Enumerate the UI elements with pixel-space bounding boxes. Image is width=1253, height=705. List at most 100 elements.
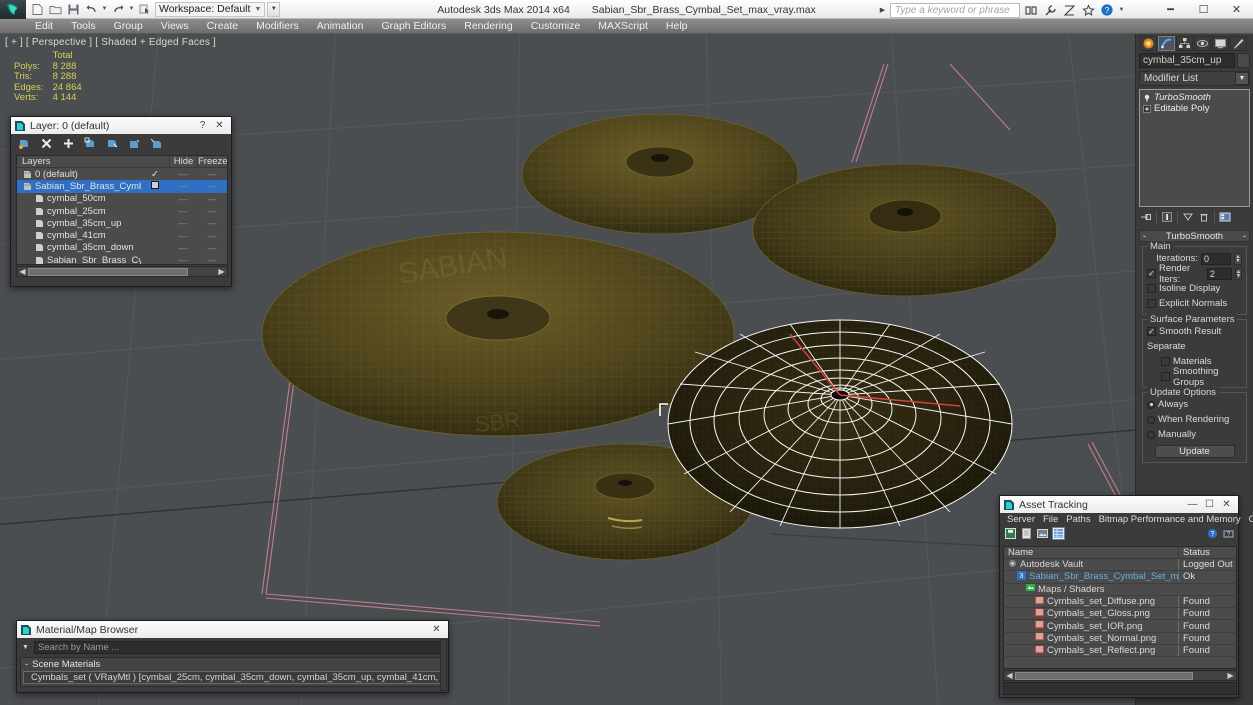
help-dropdown-icon[interactable]: ▼ [1118, 7, 1125, 13]
rollout-collapse-icon-right[interactable]: - [1243, 231, 1246, 241]
layer-row[interactable]: Sabian_Sbr_Brass_Cymbal_Set —— [17, 254, 227, 264]
help-alt-icon[interactable]: ? [1222, 527, 1235, 540]
iterations-input[interactable]: 0 [1201, 252, 1231, 265]
layer-hide-cell[interactable]: — [169, 255, 197, 264]
asset-menu-bitmap-performance-and-memory[interactable]: Bitmap Performance and Memory [1095, 514, 1245, 525]
redo-icon[interactable] [110, 1, 126, 17]
render-iters-spinner[interactable]: ▲ ▼ [1235, 267, 1242, 280]
object-name-field[interactable]: cymbal_35cm_up [1139, 53, 1235, 68]
favorites-star-icon[interactable] [1080, 2, 1096, 18]
3dsmax-logo-icon[interactable] [0, 0, 26, 19]
menu-item-create[interactable]: Create [198, 19, 248, 34]
menu-item-customize[interactable]: Customize [522, 19, 590, 34]
layer-hide-cell[interactable]: — [169, 206, 197, 216]
workspace-dropdown-icon[interactable]: ▼ [267, 1, 281, 17]
object-color-swatch[interactable] [1237, 53, 1250, 68]
add-to-layer-icon[interactable] [61, 137, 75, 151]
layer-freeze-cell[interactable]: — [197, 169, 227, 179]
select-objects-in-layer-icon[interactable] [83, 137, 97, 151]
pin-stack-icon[interactable] [1139, 210, 1153, 224]
when-rendering-radio[interactable] [1147, 415, 1155, 424]
exchange-icon[interactable] [1061, 2, 1077, 18]
menu-item-animation[interactable]: Animation [308, 19, 373, 34]
search-input[interactable]: Search by Name ... [34, 640, 445, 654]
menu-item-rendering[interactable]: Rendering [455, 19, 521, 34]
chevron-down-icon[interactable]: ▼ [19, 640, 32, 654]
asset-row[interactable]: Cymbals_set_IOR.png Found [1004, 620, 1236, 633]
layer-row[interactable]: cymbal_35cm_down — — [17, 242, 227, 254]
new-file-icon[interactable] [29, 1, 45, 17]
asset-row[interactable]: 3 Sabian_Sbr_Brass_Cymbal_Set_max_vray.ma… [1004, 570, 1236, 584]
layer-row[interactable]: cymbal_35cm_up — — [17, 217, 227, 229]
thumbnail-view-icon[interactable] [1036, 527, 1049, 540]
asset-menu-paths[interactable]: Paths [1062, 514, 1094, 525]
render-iters-input[interactable]: 2 [1206, 267, 1233, 280]
tools-wrench-icon[interactable] [1042, 2, 1058, 18]
close-icon[interactable]: ✕ [428, 622, 445, 637]
iterations-spinner[interactable]: ▲ ▼ [1234, 252, 1242, 265]
scroll-right-icon[interactable]: ▶ [216, 267, 227, 276]
chevron-down-icon[interactable]: ▼ [1235, 72, 1249, 85]
hide-unhide-layer-icon[interactable] [127, 137, 141, 151]
layer-row[interactable]: cymbal_25cm — — [17, 205, 227, 217]
layer-freeze-cell[interactable]: — [197, 255, 227, 264]
always-radio[interactable] [1147, 400, 1155, 409]
layer-hide-cell[interactable]: — [169, 169, 197, 179]
manually-radio[interactable] [1147, 430, 1155, 439]
materials-checkbox[interactable] [1161, 357, 1170, 366]
layer-row[interactable]: cymbal_50cm — — [17, 193, 227, 205]
asset-menu-options[interactable]: Options [1245, 514, 1253, 525]
help-icon[interactable]: ? [1206, 527, 1219, 540]
highlight-selected-objects-icon[interactable] [105, 137, 119, 151]
undo-dropdown-icon[interactable]: ▼ [101, 6, 108, 12]
workspace-selector[interactable]: Workspace: Default ▼ [155, 1, 266, 17]
help-button[interactable]: ? [194, 118, 211, 133]
layer-hide-cell[interactable]: — [169, 181, 197, 191]
help-circle-icon[interactable]: ? [1099, 2, 1115, 18]
asset-row[interactable]: Cymbals_set_Reflect.png Found [1004, 645, 1236, 658]
asset-row[interactable]: Cymbals_set_Gloss.png Found [1004, 608, 1236, 621]
menu-item-maxscript[interactable]: MAXScript [589, 19, 657, 34]
show-end-result-icon[interactable] [1160, 210, 1174, 224]
scene-materials-header[interactable]: - Scene Materials [21, 658, 444, 670]
scroll-right-icon[interactable]: ▶ [1225, 671, 1236, 680]
scroll-thumb[interactable] [1015, 671, 1193, 680]
scroll-thumb[interactable] [28, 267, 188, 276]
menu-item-edit[interactable]: Edit [26, 19, 62, 34]
undo-icon[interactable] [83, 1, 99, 17]
smoothing-groups-checkbox[interactable] [1161, 372, 1170, 381]
modifier-list-dropdown[interactable]: Modifier List ▼ [1139, 71, 1250, 86]
layer-active-checkbox[interactable] [141, 180, 169, 192]
menu-item-graph-editors[interactable]: Graph Editors [372, 19, 455, 34]
utilities-tab[interactable] [1230, 35, 1247, 51]
asset-row[interactable]: Maps / Shaders [1004, 584, 1236, 596]
menu-item-tools[interactable]: Tools [62, 19, 105, 34]
redo-dropdown-icon[interactable]: ▼ [128, 6, 135, 12]
viewport-label[interactable]: [ + ] [ Perspective ] [ Shaded + Edged F… [5, 37, 216, 48]
hierarchy-tab[interactable] [1176, 35, 1193, 51]
layer-list-hscrollbar[interactable]: ◀ ▶ [16, 266, 228, 277]
layer-freeze-cell[interactable]: — [197, 231, 227, 241]
asset-tracking-grid[interactable]: Name Status Autodesk Vault Logged Out 3 Sab… [1003, 546, 1237, 669]
update-button[interactable]: Update [1154, 445, 1235, 458]
search-expand-icon[interactable]: ▶ [878, 3, 887, 18]
motion-tab[interactable] [1194, 35, 1211, 51]
material-map-browser[interactable]: Material/Map Browser ✕ ▼ Search by Name … [16, 620, 449, 693]
maximize-button[interactable]: ☐ [1187, 0, 1220, 19]
material-browser-vscrollbar[interactable] [440, 639, 447, 691]
menu-item-group[interactable]: Group [105, 19, 152, 34]
asset-tracking-dialog[interactable]: Asset Tracking — ☐ ✕ Server File Paths Bitm… [999, 495, 1253, 698]
asset-row[interactable]: Cymbals_set_Diffuse.png Found [1004, 596, 1236, 609]
scroll-left-icon[interactable]: ◀ [17, 267, 28, 276]
close-icon[interactable]: ✕ [211, 118, 228, 133]
explicit-normals-checkbox[interactable] [1147, 299, 1156, 308]
freeze-layer-icon[interactable] [149, 137, 163, 151]
material-list-item[interactable]: Cymbals_set ( VRayMtl ) [cymbal_25cm, cy… [23, 671, 442, 684]
modifier-stack[interactable]: TurboSmooth Editable Poly [1139, 89, 1250, 207]
rollout-collapse-icon[interactable]: - [1143, 231, 1146, 241]
group-collapse-icon[interactable]: - [25, 659, 28, 670]
layer-hide-cell[interactable]: — [169, 231, 197, 241]
configure-modifier-sets-icon[interactable] [1218, 210, 1232, 224]
material-browser-titlebar[interactable]: Material/Map Browser ✕ [17, 621, 448, 638]
layer-freeze-cell[interactable]: — [197, 243, 227, 253]
